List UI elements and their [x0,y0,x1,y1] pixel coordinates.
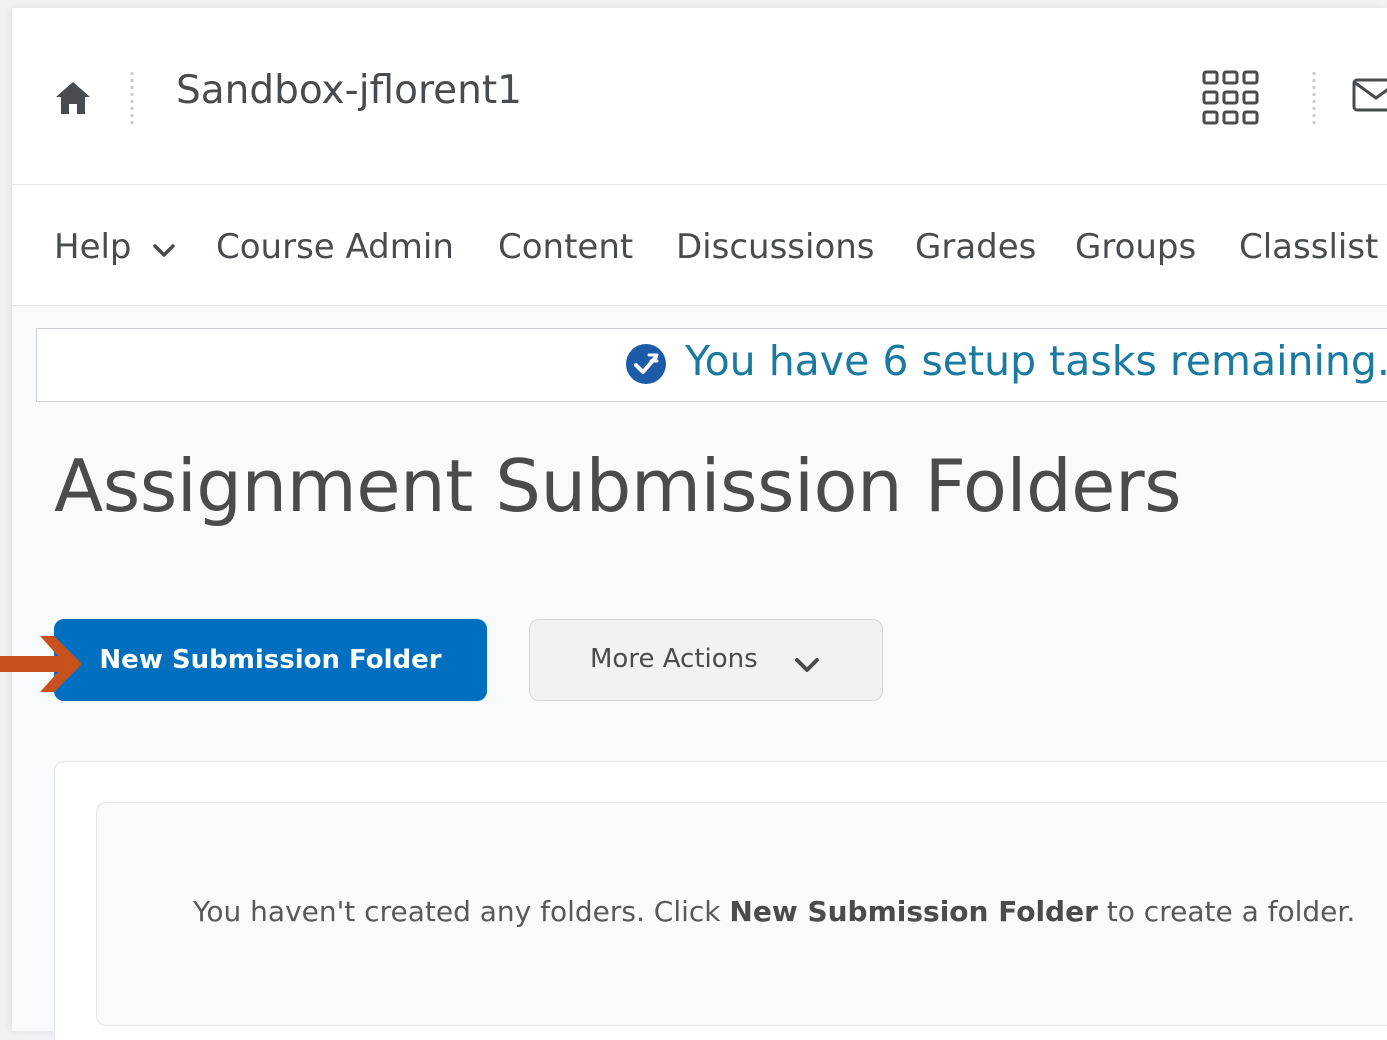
nav-help[interactable]: Help [54,227,132,267]
empty-state-emphasis: New Submission Folder [729,895,1098,928]
chevron-down-icon [794,652,820,672]
new-submission-folder-button[interactable]: New Submission Folder [54,619,487,701]
nav-grades[interactable]: Grades [915,227,1036,267]
empty-state: You haven't created any folders. Click N… [96,802,1387,1026]
mail-icon[interactable] [1352,78,1387,112]
setup-banner[interactable]: You have 6 setup tasks remaining. [36,328,1387,402]
empty-state-text: to create a folder. [1097,895,1356,928]
divider [130,70,134,124]
course-title[interactable]: Sandbox-jflorent1 [176,68,522,113]
empty-state-text: You haven't created any folders. Click [193,895,730,928]
nav-classlist[interactable]: Classlist [1239,227,1378,267]
empty-state-message: You haven't created any folders. Click N… [193,895,1355,928]
top-bar: Sandbox-jflorent1 [12,8,1387,185]
course-navbar: Help Course Admin Content Discussions Gr… [12,185,1387,306]
nav-course-admin[interactable]: Course Admin [216,227,454,267]
annotation-arrow-icon [0,636,82,692]
checklist-icon [625,343,667,385]
chevron-down-icon[interactable] [152,243,176,259]
home-icon[interactable] [54,80,92,116]
waffle-icon[interactable] [1200,68,1262,130]
more-actions-label: More Actions [590,644,758,674]
setup-tasks-link[interactable]: You have 6 setup tasks remaining. [685,337,1387,385]
more-actions-button[interactable]: More Actions [529,619,883,701]
nav-discussions[interactable]: Discussions [676,227,875,267]
divider [1312,70,1316,124]
nav-groups[interactable]: Groups [1075,227,1196,267]
page-title: Assignment Submission Folders [54,444,1182,528]
browser-frame: Sandbox-jflorent1 Help Course Admin Cont… [12,8,1387,1040]
nav-content[interactable]: Content [498,227,633,267]
